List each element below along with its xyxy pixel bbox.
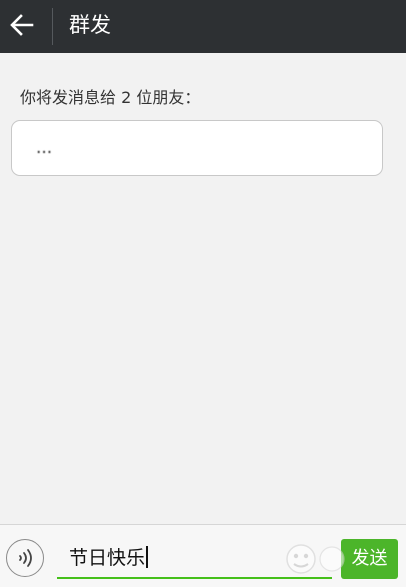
composer-bar: 节日快乐 发送 bbox=[0, 524, 406, 587]
voice-input-button[interactable] bbox=[6, 539, 44, 577]
arrow-left-icon bbox=[10, 14, 34, 36]
recipients-box[interactable]: ... bbox=[11, 120, 383, 176]
recipient-count-label: 你将发消息给 2 位朋友： bbox=[20, 88, 201, 107]
top-bar: 群发 bbox=[0, 0, 406, 53]
main-content: 你将发消息给 2 位朋友： ... bbox=[0, 53, 406, 524]
message-value: 节日快乐 bbox=[69, 547, 146, 569]
recipients-list: ... bbox=[36, 138, 53, 158]
send-button[interactable]: 发送 bbox=[341, 539, 398, 579]
voice-wave-icon bbox=[19, 549, 32, 567]
message-text: 节日快乐 bbox=[69, 545, 148, 571]
message-input[interactable]: 节日快乐 bbox=[57, 535, 332, 579]
header-divider bbox=[52, 8, 53, 45]
back-button[interactable] bbox=[0, 0, 52, 53]
text-caret bbox=[146, 546, 148, 568]
page-title: 群发 bbox=[69, 13, 111, 37]
